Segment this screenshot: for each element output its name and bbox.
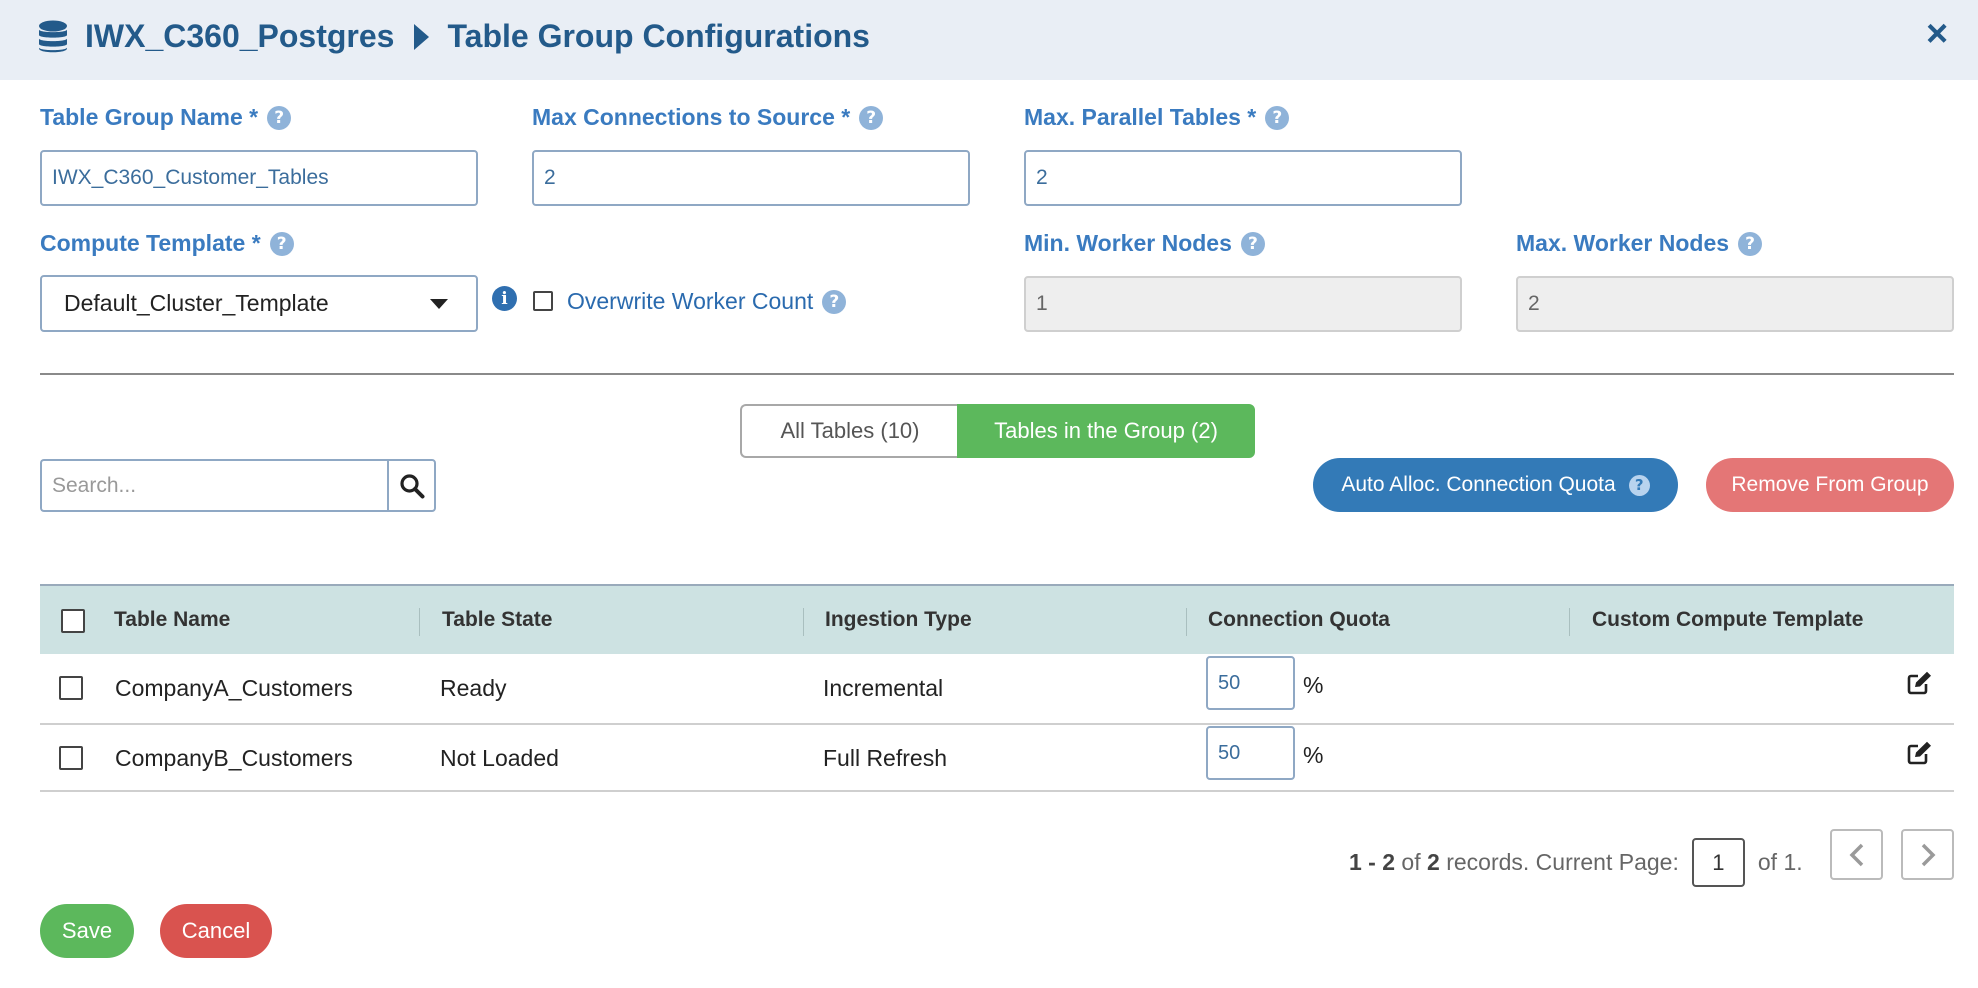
close-icon[interactable]: ×	[1926, 12, 1948, 56]
table-group-name-input[interactable]: IWX_C360_Customer_Tables	[40, 150, 478, 206]
percent-unit: %	[1303, 742, 1324, 768]
remove-from-group-button[interactable]: Remove From Group	[1706, 458, 1954, 512]
compute-template-select[interactable]: Default_Cluster_Template	[40, 275, 478, 332]
row-connection-quota-input[interactable]: 50	[1206, 656, 1295, 710]
breadcrumb-page-title: Table Group Configurations	[447, 18, 870, 54]
column-header-table-state[interactable]: Table State	[442, 608, 552, 632]
range-separator: -	[1361, 849, 1383, 875]
breadcrumb-source-name[interactable]: IWX_C360_Postgres	[85, 18, 394, 55]
column-header-ingestion-type[interactable]: Ingestion Type	[825, 608, 972, 632]
caret-down-icon	[430, 299, 448, 309]
chevron-left-icon	[1849, 843, 1863, 866]
current-page-input[interactable]: 1	[1691, 838, 1745, 887]
previous-page-button[interactable]	[1830, 829, 1883, 880]
min-worker-nodes-label-text: Min. Worker Nodes	[1024, 230, 1232, 256]
breadcrumb-arrow-icon	[414, 23, 430, 50]
row-checkbox[interactable]	[59, 746, 83, 770]
edit-icon[interactable]	[1907, 671, 1933, 700]
row-table-name: CompanyA_Customers	[115, 675, 353, 701]
row-checkbox[interactable]	[59, 676, 83, 700]
help-icon[interactable]: ?	[269, 231, 294, 256]
search-button[interactable]	[387, 459, 436, 512]
row-ingestion-type: Full Refresh	[823, 745, 947, 771]
page-title: IWX_C360_Postgres Table Group Configurat…	[85, 18, 870, 55]
help-icon[interactable]: ?	[822, 289, 847, 314]
compute-template-label: Compute Template * ?	[40, 230, 294, 257]
max-parallel-tables-label-text: Max. Parallel Tables *	[1024, 104, 1257, 130]
pagination-summary: 1 - 2 of 2 records. Current Page: 1 of 1…	[1349, 838, 1803, 887]
of-word: of	[1395, 849, 1428, 875]
cancel-button[interactable]: Cancel	[160, 904, 272, 958]
row-table-state: Not Loaded	[440, 745, 559, 771]
help-icon[interactable]: ?	[1240, 231, 1265, 256]
column-separator	[1569, 608, 1570, 636]
compute-template-selected: Default_Cluster_Template	[64, 290, 329, 316]
edit-icon[interactable]	[1907, 741, 1933, 770]
select-all-checkbox[interactable]	[61, 609, 85, 633]
total-records: 2	[1427, 849, 1440, 875]
tab-tables-in-group[interactable]: Tables in the Group (2)	[957, 404, 1255, 458]
row-divider	[40, 723, 1954, 725]
row-table-name: CompanyB_Customers	[115, 745, 353, 771]
help-icon[interactable]: ?	[1738, 231, 1763, 256]
max-connections-input[interactable]: 2	[532, 150, 970, 206]
search-icon	[399, 473, 424, 498]
column-header-table-name[interactable]: Table Name	[114, 608, 230, 632]
column-separator	[803, 608, 804, 636]
help-icon[interactable]: ?	[1628, 474, 1650, 496]
auto-alloc-label: Auto Alloc. Connection Quota	[1341, 473, 1616, 496]
row-connection-quota-input[interactable]: 50	[1206, 726, 1295, 780]
total-pages-text: of 1.	[1757, 849, 1803, 875]
column-separator	[419, 608, 420, 636]
help-icon[interactable]: ?	[1265, 105, 1290, 130]
row-ingestion-type: Incremental	[823, 675, 944, 701]
max-worker-nodes-input: 2	[1516, 276, 1954, 332]
table-group-name-label: Table Group Name * ?	[40, 104, 292, 131]
records-text: records. Current Page:	[1439, 849, 1679, 875]
help-icon[interactable]: ?	[267, 105, 292, 130]
overwrite-worker-count-label[interactable]: Overwrite Worker Count ?	[567, 288, 847, 315]
column-header-connection-quota[interactable]: Connection Quota	[1208, 608, 1390, 632]
compute-template-label-text: Compute Template *	[40, 230, 261, 256]
overwrite-worker-count-checkbox[interactable]	[533, 291, 553, 311]
max-parallel-tables-label: Max. Parallel Tables * ?	[1024, 104, 1290, 131]
search-input[interactable]: Search...	[40, 459, 388, 512]
range-start: 1	[1349, 849, 1362, 875]
section-divider	[40, 373, 1954, 375]
save-button[interactable]: Save	[40, 904, 134, 958]
percent-unit: %	[1303, 672, 1324, 698]
table-group-name-label-text: Table Group Name *	[40, 104, 259, 130]
info-icon[interactable]: i	[492, 286, 517, 311]
max-connections-label-text: Max Connections to Source *	[532, 104, 851, 130]
row-divider	[40, 790, 1954, 792]
max-worker-nodes-label: Max. Worker Nodes ?	[1516, 230, 1763, 257]
column-header-custom-compute-template[interactable]: Custom Compute Template	[1592, 608, 1863, 632]
max-connections-label: Max Connections to Source * ?	[532, 104, 884, 131]
next-page-button[interactable]	[1901, 829, 1954, 880]
column-separator	[1186, 608, 1187, 636]
row-table-state: Ready	[440, 675, 507, 701]
min-worker-nodes-input: 1	[1024, 276, 1462, 332]
min-worker-nodes-label: Min. Worker Nodes ?	[1024, 230, 1265, 257]
max-parallel-tables-input[interactable]: 2	[1024, 150, 1462, 206]
auto-alloc-connection-quota-button[interactable]: Auto Alloc. Connection Quota ?	[1313, 458, 1678, 512]
max-worker-nodes-label-text: Max. Worker Nodes	[1516, 230, 1730, 256]
tab-all-tables[interactable]: All Tables (10)	[740, 404, 958, 458]
overwrite-worker-count-label-text: Overwrite Worker Count	[567, 288, 814, 314]
help-icon[interactable]: ?	[859, 105, 884, 130]
chevron-right-icon	[1921, 843, 1935, 866]
database-icon	[38, 20, 68, 59]
range-end: 2	[1382, 849, 1396, 875]
